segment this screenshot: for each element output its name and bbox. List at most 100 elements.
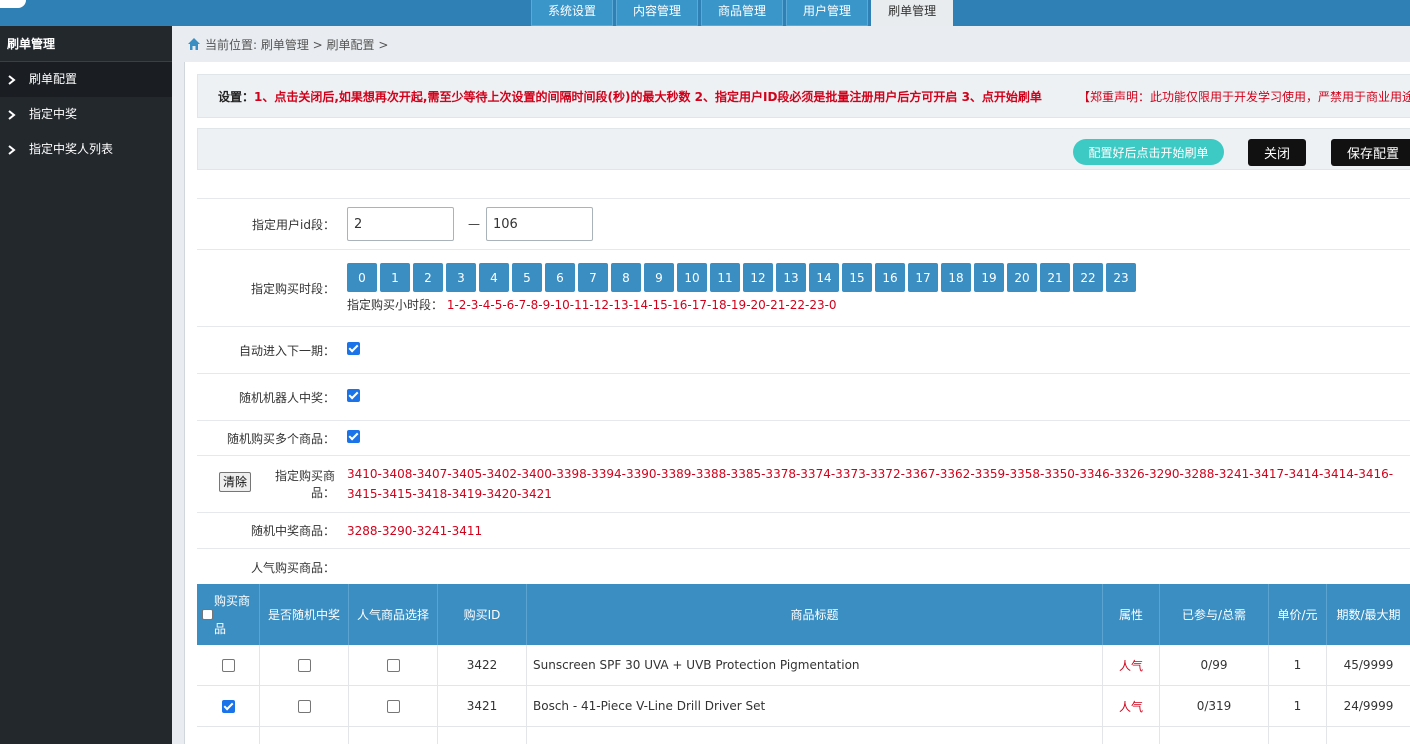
robot-win-checkbox[interactable] (347, 389, 360, 402)
settings-notice: 设置： 1、点击关闭后,如果想再次开起,需至少等待上次设置的间隔时间段(秒)的最… (197, 74, 1410, 118)
breadcrumb: 当前位置: 刷单管理 > 刷单配置 > (172, 26, 1410, 62)
sidebar-item-label: 指定中奖人列表 (29, 142, 114, 156)
hour-button-22[interactable]: 22 (1073, 263, 1103, 292)
hour-button-12[interactable]: 12 (743, 263, 773, 292)
header-popular: 人气商品选择 (349, 584, 438, 645)
sidebar-item-label: 指定中奖 (29, 107, 78, 121)
tab-order-brush-management[interactable]: 刷单管理 (871, 0, 954, 26)
auto-next-row: 自动进入下一期： (197, 327, 1410, 374)
header-period: 期数/最大期 (1327, 584, 1410, 645)
header-buy-label: 购买商品 (214, 593, 251, 636)
hour-button-7[interactable]: 7 (578, 263, 608, 292)
hour-button-17[interactable]: 17 (908, 263, 938, 292)
table-row: 3421 Bosch - 41-Piece V-Line Drill Drive… (197, 686, 1410, 727)
tab-content-management[interactable]: 内容管理 (616, 0, 699, 26)
chevron-right-icon (8, 143, 22, 157)
hour-button-14[interactable]: 14 (809, 263, 839, 292)
select-all-checkbox[interactable] (202, 609, 213, 620)
random-win-value: 3288-3290-3241-3411 (347, 523, 483, 538)
header-buy: 购买商品 (197, 584, 260, 645)
table-row: 3422 Sunscreen SPF 30 UVA + UVB Protecti… (197, 645, 1410, 686)
chevron-right-icon (8, 73, 22, 87)
random-win-label: 随机中奖商品： (250, 524, 335, 538)
hour-button-20[interactable]: 20 (1007, 263, 1037, 292)
action-bar: 配置好后点击开始刷单 关闭 保存配置 (197, 128, 1410, 170)
cell-period: 45/9999 (1327, 645, 1410, 685)
hours-row: 指定购买时段： 0 1 2 3 4 5 6 7 8 9 10 11 12 13 14 15 16 17 18 19 20… (197, 250, 1410, 327)
hour-button-16[interactable]: 16 (875, 263, 905, 292)
popular-checkbox[interactable] (386, 699, 400, 713)
sidebar-item-assign-winner[interactable]: 指定中奖 (0, 97, 172, 132)
cell-joined: 0/99 (1160, 645, 1269, 685)
clear-button[interactable]: 清除 (219, 472, 252, 492)
logo (0, 0, 26, 8)
hour-button-11[interactable]: 11 (710, 263, 740, 292)
hour-button-9[interactable]: 9 (644, 263, 674, 292)
popular-row: 人气购买商品： (197, 549, 1410, 585)
hour-button-18[interactable]: 18 (941, 263, 971, 292)
save-config-button[interactable]: 保存配置 (1331, 139, 1410, 166)
buy-checkbox[interactable] (221, 699, 235, 713)
products-value: 3410-3408-3407-3405-3402-3400-3398-3394-… (347, 467, 1394, 501)
hour-button-5[interactable]: 5 (512, 263, 542, 292)
popular-label: 人气购买商品： (250, 560, 335, 575)
top-nav: 系统设置 内容管理 商品管理 用户管理 刷单管理 (531, 0, 956, 26)
hours-text: 指定购买小时段： 1-2-3-4-5-6-7-8-9-10-11-12-13-1… (347, 296, 1410, 313)
popular-checkbox[interactable] (386, 658, 400, 672)
random-win-checkbox[interactable] (297, 658, 311, 672)
cell-title: Bosch - 41-Piece V-Line Drill Driver Set (527, 686, 1103, 726)
sidebar-item-brush-config[interactable]: 刷单配置 (0, 62, 172, 97)
hour-button-21[interactable]: 21 (1040, 263, 1070, 292)
hour-button-4[interactable]: 4 (479, 263, 509, 292)
tab-user-management[interactable]: 用户管理 (786, 0, 869, 26)
hour-button-10[interactable]: 10 (677, 263, 707, 292)
random-win-checkbox[interactable] (297, 699, 311, 713)
notice-label: 设置： (218, 89, 255, 104)
hour-button-13[interactable]: 13 (776, 263, 806, 292)
range-dash: — (468, 217, 480, 231)
buy-checkbox[interactable] (221, 658, 235, 672)
cell-attr: 人气 (1103, 686, 1160, 726)
auto-next-checkbox[interactable] (347, 342, 360, 355)
hour-button-3[interactable]: 3 (446, 263, 476, 292)
products-row: 清除 指定购买商品： 3410-3408-3407-3405-3402-3400… (197, 456, 1410, 513)
user-from-input[interactable] (347, 207, 454, 241)
hour-button-19[interactable]: 19 (974, 263, 1004, 292)
header-random: 是否随机中奖 (260, 584, 349, 645)
close-button[interactable]: 关闭 (1248, 139, 1306, 166)
hour-button-8[interactable]: 8 (611, 263, 641, 292)
user-range-row: 指定用户id段： — (197, 199, 1410, 250)
hour-button-23[interactable]: 23 (1106, 263, 1136, 292)
robot-win-label: 随机机器人中奖： (238, 390, 335, 405)
header-price: 单价/元 (1269, 584, 1327, 645)
hour-button-6[interactable]: 6 (545, 263, 575, 292)
cell-id: 3421 (438, 686, 527, 726)
cell-joined: 0/319 (1160, 686, 1269, 726)
sidebar-item-winner-list[interactable]: 指定中奖人列表 (0, 132, 172, 167)
robot-win-row: 随机机器人中奖： (197, 374, 1410, 421)
hours-label: 指定购买时段： (250, 281, 335, 296)
hour-button-2[interactable]: 2 (413, 263, 443, 292)
hour-buttons: 0 1 2 3 4 5 6 7 8 9 10 11 12 13 14 15 16 17 18 19 20 21 22 23 (347, 263, 1410, 292)
user-to-input[interactable] (486, 207, 593, 241)
tab-system-settings[interactable]: 系统设置 (531, 0, 614, 26)
hour-button-15[interactable]: 15 (842, 263, 872, 292)
cell-price: 1 (1269, 645, 1327, 685)
home-icon (188, 38, 200, 50)
product-table: 购买商品 是否随机中奖 人气商品选择 购买ID 商品标题 属性 已参与/总需 单… (197, 584, 1410, 744)
hour-button-1[interactable]: 1 (380, 263, 410, 292)
cell-title: Sunscreen SPF 30 UVA + UVB Protection Pi… (527, 645, 1103, 685)
sidebar-title: 刷单管理 (0, 26, 172, 62)
start-brush-button[interactable]: 配置好后点击开始刷单 (1073, 139, 1224, 165)
notice-text: 1、点击关闭后,如果想再次开起,需至少等待上次设置的间隔时间段(秒)的最大秒数 … (254, 89, 1042, 104)
multi-buy-row: 随机购买多个商品： (197, 421, 1410, 456)
tab-product-management[interactable]: 商品管理 (701, 0, 784, 26)
multi-buy-checkbox[interactable] (347, 430, 360, 443)
cell-period: 24/9999 (1327, 686, 1410, 726)
header-attr: 属性 (1103, 584, 1160, 645)
header-title: 商品标题 (527, 584, 1103, 645)
hour-button-0[interactable]: 0 (347, 263, 377, 292)
header-joined: 已参与/总需 (1160, 584, 1269, 645)
sidebar-item-label: 刷单配置 (29, 72, 78, 86)
breadcrumb-text: 当前位置: 刷单管理 > 刷单配置 > (205, 37, 389, 52)
